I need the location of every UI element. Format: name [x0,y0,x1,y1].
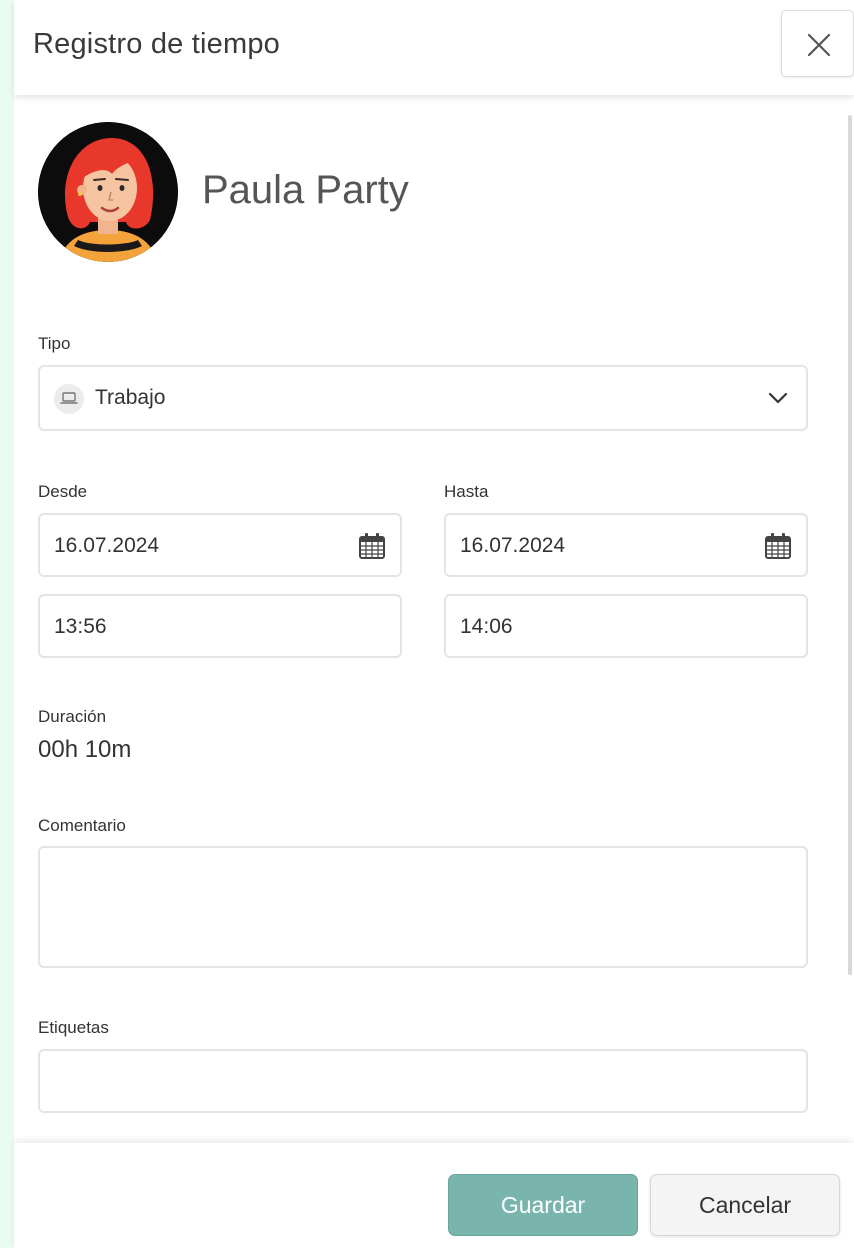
comentario-label: Comentario [38,816,126,835]
etiquetas-input[interactable] [38,1049,808,1113]
chevron-down-icon [768,392,788,404]
hasta-date-field[interactable]: 16.07.2024 [444,513,808,577]
etiquetas-label: Etiquetas [38,1018,109,1037]
laptop-icon [60,392,78,404]
calendar-icon[interactable] [764,532,792,560]
close-button[interactable] [781,10,854,77]
close-icon [807,33,831,57]
cancel-button[interactable]: Cancelar [650,1174,840,1236]
hasta-label: Hasta [444,482,489,501]
tipo-value: Trabajo [95,386,166,409]
tipo-icon-wrapper [54,384,84,414]
desde-label: Desde [38,482,88,501]
scrollbar[interactable] [848,115,852,975]
hasta-time-field[interactable]: 14:06 [444,594,808,658]
tipo-select[interactable]: Trabajo [38,365,808,431]
comentario-textarea[interactable] [38,846,808,968]
duracion-value: 00h 10m [38,736,132,763]
calendar-icon[interactable] [358,532,386,560]
dialog-title: Registro de tiempo [33,28,280,60]
tipo-label: Tipo [38,334,71,353]
desde-time-value: 13:56 [54,615,107,638]
desde-time-field[interactable]: 13:56 [38,594,402,658]
avatar [38,122,178,262]
dialog-body: Paula Party Tipo Trabajo Desde 16.07.202… [14,95,854,1143]
time-entry-dialog: Registro de tiempo Paula Party Tipo Trab… [14,0,854,1248]
save-button[interactable]: Guardar [448,1174,638,1236]
dialog-header: Registro de tiempo [14,0,854,95]
user-name: Paula Party [202,168,409,212]
desde-date-value: 16.07.2024 [54,534,160,557]
hasta-time-value: 14:06 [460,615,513,638]
dialog-footer: Guardar Cancelar [14,1143,854,1248]
duracion-label: Duración [38,707,107,726]
hasta-date-value: 16.07.2024 [460,534,566,557]
desde-date-field[interactable]: 16.07.2024 [38,513,402,577]
